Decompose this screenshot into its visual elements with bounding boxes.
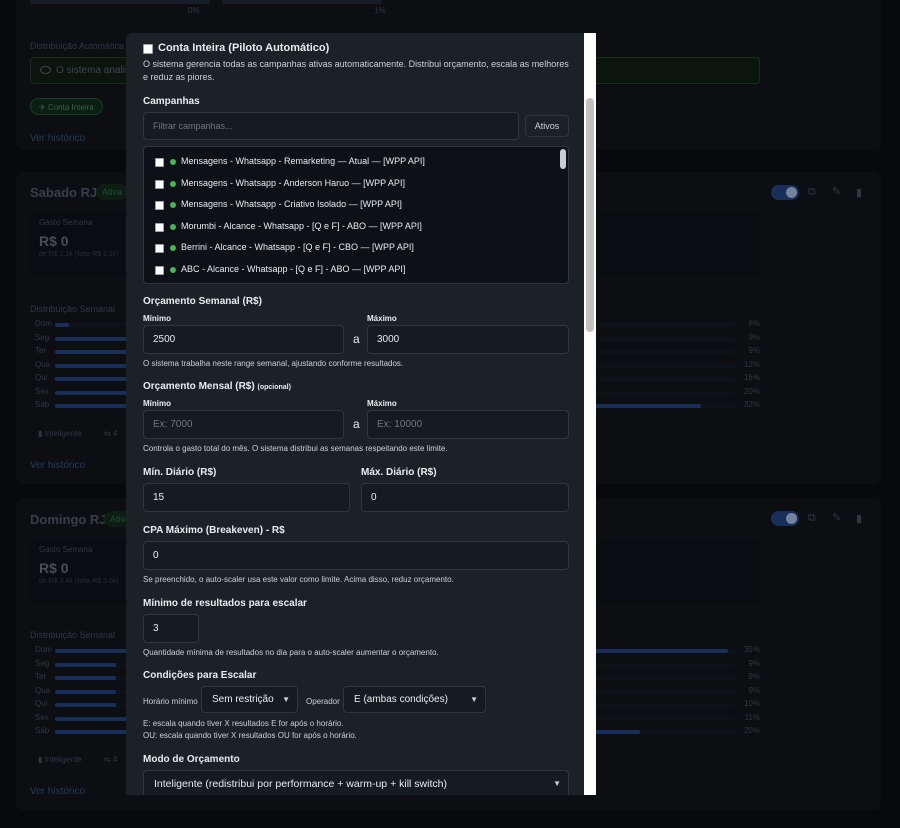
chevron-down-icon: ▼	[553, 779, 561, 788]
campaign-checkbox[interactable]	[155, 244, 164, 254]
operator-select[interactable]: E (ambas condições) ▼	[343, 686, 486, 713]
conditions-heading: Condições para Escalar	[143, 670, 257, 681]
monthly-heading-text: Orçamento Mensal (R$)	[143, 381, 255, 392]
budget-mode-select[interactable]: Inteligente (redistribui por performance…	[143, 770, 569, 795]
active-filter-button[interactable]: Ativos	[525, 115, 569, 137]
cpa-help: Se preenchido, o auto-scaler usa este va…	[143, 575, 454, 584]
monthly-max-label: Máximo	[367, 399, 397, 408]
min-results-label: Mínimo de resultados para escalar	[143, 598, 307, 609]
monthly-min-label: Mínimo	[143, 399, 171, 408]
autoscaler-modal: Conta Inteira (Piloto Automático) O sist…	[126, 33, 596, 795]
weekly-budget-heading: Orçamento Semanal (R$)	[143, 296, 262, 307]
min-results-input[interactable]: 3	[143, 614, 199, 643]
campaigns-heading: Campanhas	[143, 96, 200, 107]
campaign-checkbox[interactable]	[155, 201, 164, 211]
campaign-item[interactable]: Mensagens - Whatsapp - Remarketing — Atu…	[144, 152, 554, 172]
weekly-min-label: Mínimo	[143, 314, 171, 323]
active-status-dot	[170, 202, 176, 209]
monthly-max-input[interactable]: Ex: 10000	[367, 410, 569, 439]
autopilot-description: O sistema gerencia todas as campanhas at…	[143, 59, 569, 82]
campaign-checkbox[interactable]	[155, 158, 164, 167]
range-separator: a	[353, 417, 360, 431]
min-time-value: Sem restrição	[212, 694, 274, 705]
optional-tag: (opcional)	[257, 384, 291, 391]
min-time-select[interactable]: Sem restrição ▼	[201, 686, 298, 713]
modal-scrollbar-thumb[interactable]	[586, 98, 594, 332]
campaign-checkbox[interactable]	[155, 222, 164, 232]
weekly-max-label: Máximo	[367, 314, 397, 323]
budget-mode-value: Inteligente (redistribui por performance…	[154, 778, 447, 790]
campaign-name: Berrini - Alcance - Whatsapp - [Q e F] -…	[181, 242, 414, 253]
range-separator: a	[353, 332, 360, 346]
campaign-name: Morumbi - Alcance - Whatsapp - [Q e F] -…	[181, 220, 422, 231]
daily-min-input[interactable]: 15	[143, 483, 350, 512]
campaign-checkbox[interactable]	[155, 179, 164, 189]
monthly-min-input[interactable]: Ex: 7000	[143, 410, 344, 439]
campaign-filter-input[interactable]: Filtrar campanhas...	[143, 112, 519, 140]
campaign-list[interactable]: Mensagens - Whatsapp - Remarketing — Atu…	[143, 146, 569, 284]
weekly-help: O sistema trabalha neste range semanal, …	[143, 359, 404, 368]
operator-value: E (ambas condições)	[354, 694, 448, 705]
monthly-budget-heading: Orçamento Mensal (R$) (opcional)	[143, 381, 291, 392]
active-status-dot	[170, 223, 176, 230]
daily-min-label: Mín. Diário (R$)	[143, 467, 217, 478]
operator-label: Operador	[306, 697, 340, 706]
active-status-dot	[170, 245, 176, 252]
active-status-dot	[170, 267, 176, 273]
weekly-max-input[interactable]: 3000	[367, 325, 569, 354]
chevron-down-icon: ▼	[470, 695, 478, 704]
campaign-item[interactable]: Mensagens - Whatsapp - Criativo Isolado …	[144, 195, 554, 215]
active-status-dot	[170, 180, 176, 187]
campaign-item[interactable]: ABC - Alcance - Whatsapp - [Q e F] - ABO…	[144, 260, 554, 280]
cpa-label: CPA Máximo (Breakeven) - R$	[143, 525, 285, 536]
weekly-min-input[interactable]: 2500	[143, 325, 344, 354]
campaign-checkbox[interactable]	[155, 266, 164, 275]
budget-mode-heading: Modo de Orçamento	[143, 754, 240, 765]
autopilot-checkbox[interactable]	[143, 44, 153, 54]
campaign-item[interactable]: Mensagens - Whatsapp - Anderson Haruo — …	[144, 174, 554, 194]
daily-max-label: Máx. Diário (R$)	[361, 467, 437, 478]
condition-help-ou: OU: escala quando tiver X resultados OU …	[143, 731, 357, 740]
campaign-name: Mensagens - Whatsapp - Anderson Haruo — …	[181, 177, 405, 188]
campaign-name: Mensagens - Whatsapp - Remarketing — Atu…	[181, 156, 425, 166]
active-status-dot	[170, 159, 176, 165]
min-results-help: Quantidade mínima de resultados no dia p…	[143, 648, 439, 657]
campaign-name: ABC - Alcance - Whatsapp - [Q e F] - ABO…	[181, 264, 406, 274]
cpa-input[interactable]: 0	[143, 541, 569, 570]
time-label: Horário mínimo	[143, 697, 198, 706]
autopilot-label: Conta Inteira (Piloto Automático)	[158, 42, 330, 54]
chevron-down-icon: ▼	[282, 695, 290, 704]
campaign-name: Mensagens - Whatsapp - Criativo Isolado …	[181, 199, 402, 210]
condition-help-e: E: escala quando tiver X resultados E fo…	[143, 719, 344, 728]
campaign-list-scrollbar[interactable]	[560, 149, 566, 169]
monthly-help: Controla o gasto total do mês. O sistema…	[143, 444, 448, 453]
daily-max-input[interactable]: 0	[361, 483, 569, 512]
campaign-item[interactable]: Morumbi - Alcance - Whatsapp - [Q e F] -…	[144, 217, 554, 237]
campaign-item[interactable]: Berrini - Alcance - Whatsapp - [Q e F] -…	[144, 238, 554, 258]
